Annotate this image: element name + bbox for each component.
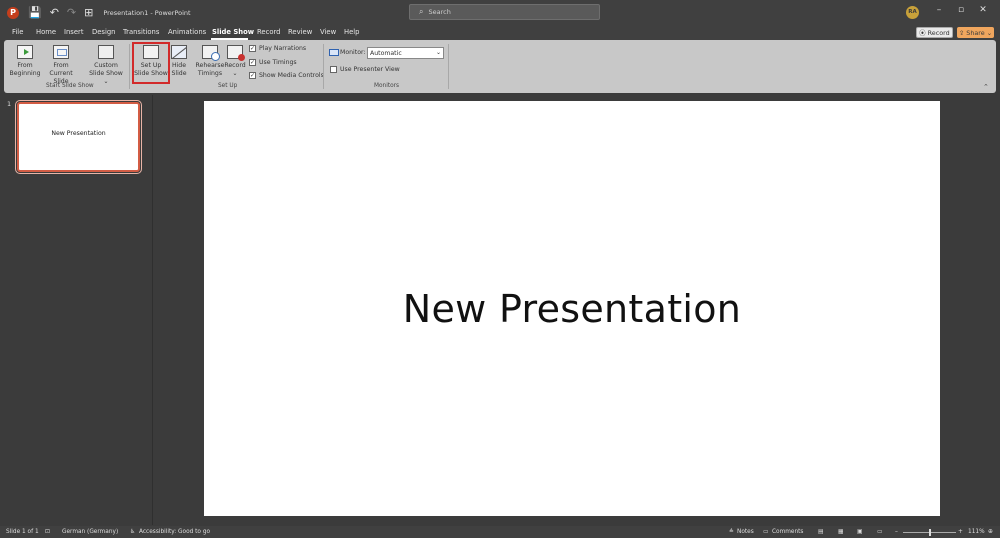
zoom-in-icon[interactable]: + [958,529,963,535]
show-media-controls-label: Show Media Controls [259,72,324,79]
accessibility-status[interactable]: Accessibility: Good to go [139,529,210,535]
user-avatar[interactable]: RA [906,6,919,19]
normal-view-icon[interactable]: ▤ [818,529,823,535]
powerpoint-logo-icon: P [7,6,19,19]
tab-help[interactable]: Help [344,28,360,36]
presenter-view-checkbox[interactable]: Use Presenter View [330,66,400,73]
customize-quick-access-icon[interactable]: ⊞ [84,6,93,19]
tab-record[interactable]: Record [257,28,280,36]
accessibility-icon: ♿ [130,529,136,535]
save-icon[interactable]: 💾 [28,6,42,19]
tab-animations[interactable]: Animations [168,28,206,36]
checkmark-icon: ✓ [249,59,256,66]
hide-slide-icon [171,45,187,59]
tab-view[interactable]: View [320,28,336,36]
rehearse-clock-icon [202,45,220,61]
slide-canvas[interactable]: New Presentation [204,101,940,516]
custom-show-icon [98,45,114,59]
tab-home[interactable]: Home [36,28,56,36]
minimize-icon[interactable]: – [932,5,946,15]
checkmark-icon: ✓ [249,72,256,79]
checkmark-icon: ✓ [249,45,256,52]
group-label-monitors: Monitors [374,83,400,89]
tab-file[interactable]: File [12,28,23,36]
zoom-out-icon[interactable]: – [895,529,898,535]
from-beginning-label: From Beginning [9,62,41,77]
status-bar: Slide 1 of 1 ⊡ German (Germany) ♿ Access… [0,526,1000,538]
from-current-slide-button[interactable]: From Current Slide [42,45,80,86]
search-placeholder: Search [428,8,451,16]
tab-slide-show[interactable]: Slide Show [212,28,254,36]
thumbnail-title: New Presentation [51,130,106,137]
monitor-label: Monitor: [340,49,366,56]
hide-slide-button[interactable]: Hide Slide [169,45,189,78]
notes-icon: ≙ [729,529,734,535]
slide-sorter-icon[interactable]: ▦ [838,529,843,535]
slide-thumbnail[interactable]: New Presentation [15,100,142,174]
current-slide-icon [53,45,69,59]
zoom-slider-thumb[interactable] [929,529,931,536]
record-slide-show-button[interactable]: Record ⌄ [224,45,246,78]
tab-review[interactable]: Review [288,28,312,36]
share-button[interactable]: ⇪ Share ⌄ [957,27,994,38]
slide-count[interactable]: Slide 1 of 1 [6,529,39,535]
restore-icon[interactable]: ▫ [954,5,968,15]
close-icon[interactable]: ✕ [976,5,990,15]
chevron-down-icon: ⌄ [435,49,441,56]
record-label: Record ⌄ [224,62,246,77]
rehearse-label: Rehearse Timings [195,62,225,77]
highlight-box [132,42,170,84]
group-label-setup: Set Up [218,83,238,89]
language-status[interactable]: German (Germany) [62,529,118,535]
record-button[interactable]: ⦿ Record [916,27,953,38]
comments-button[interactable]: Comments [772,529,803,535]
undo-icon[interactable]: ↶ [50,6,59,19]
tab-insert[interactable]: Insert [64,28,84,36]
ribbon-separator [448,44,449,89]
from-beginning-button[interactable]: From Beginning [9,45,41,78]
use-timings-checkbox[interactable]: ✓ Use Timings [249,59,297,66]
monitor-icon [329,49,339,56]
comments-icon: ▭ [763,529,769,535]
slide-title[interactable]: New Presentation [403,287,741,331]
search-icon: ⌕ [419,7,424,16]
redo-icon[interactable]: ↷ [67,6,76,19]
ribbon-separator [129,44,130,89]
rehearse-timings-button[interactable]: Rehearse Timings [195,45,225,78]
tab-transitions[interactable]: Transitions [123,28,159,36]
window-title: Presentation1 - PowerPoint [103,8,191,17]
play-narrations-checkbox[interactable]: ✓ Play Narrations [249,45,306,52]
presenter-view-label: Use Presenter View [340,66,400,73]
ribbon-separator [323,44,324,89]
tab-design[interactable]: Design [92,28,115,36]
custom-slide-show-button[interactable]: Custom Slide Show ⌄ [86,45,126,86]
slideshow-view-icon[interactable]: ▭ [877,529,882,535]
notes-button[interactable]: Notes [737,529,754,535]
spellcheck-icon[interactable]: ⊡ [45,529,50,535]
show-media-controls-checkbox[interactable]: ✓ Show Media Controls [249,72,324,79]
projector-play-icon [17,45,33,59]
record-icon [227,45,245,61]
pane-splitter[interactable] [152,95,153,525]
checkbox-empty [330,66,337,73]
use-timings-label: Use Timings [259,59,297,66]
play-narrations-label: Play Narrations [259,45,307,52]
monitor-dropdown[interactable]: Automatic ⌄ [367,47,444,59]
slide-number: 1 [7,100,12,108]
group-label-start: Start Slide Show [46,83,94,89]
fit-to-window-icon[interactable]: ⊕ [988,529,993,535]
monitor-value: Automatic [370,49,402,57]
search-box[interactable]: ⌕ Search [409,4,600,20]
reading-view-icon[interactable]: ▣ [857,529,862,535]
zoom-level[interactable]: 111% [968,529,985,535]
collapse-ribbon-icon[interactable]: ⌃ [983,83,989,91]
ribbon-tabs: File Home Insert Design Transitions Anim… [0,25,1000,40]
hide-slide-label: Hide Slide [171,62,187,77]
